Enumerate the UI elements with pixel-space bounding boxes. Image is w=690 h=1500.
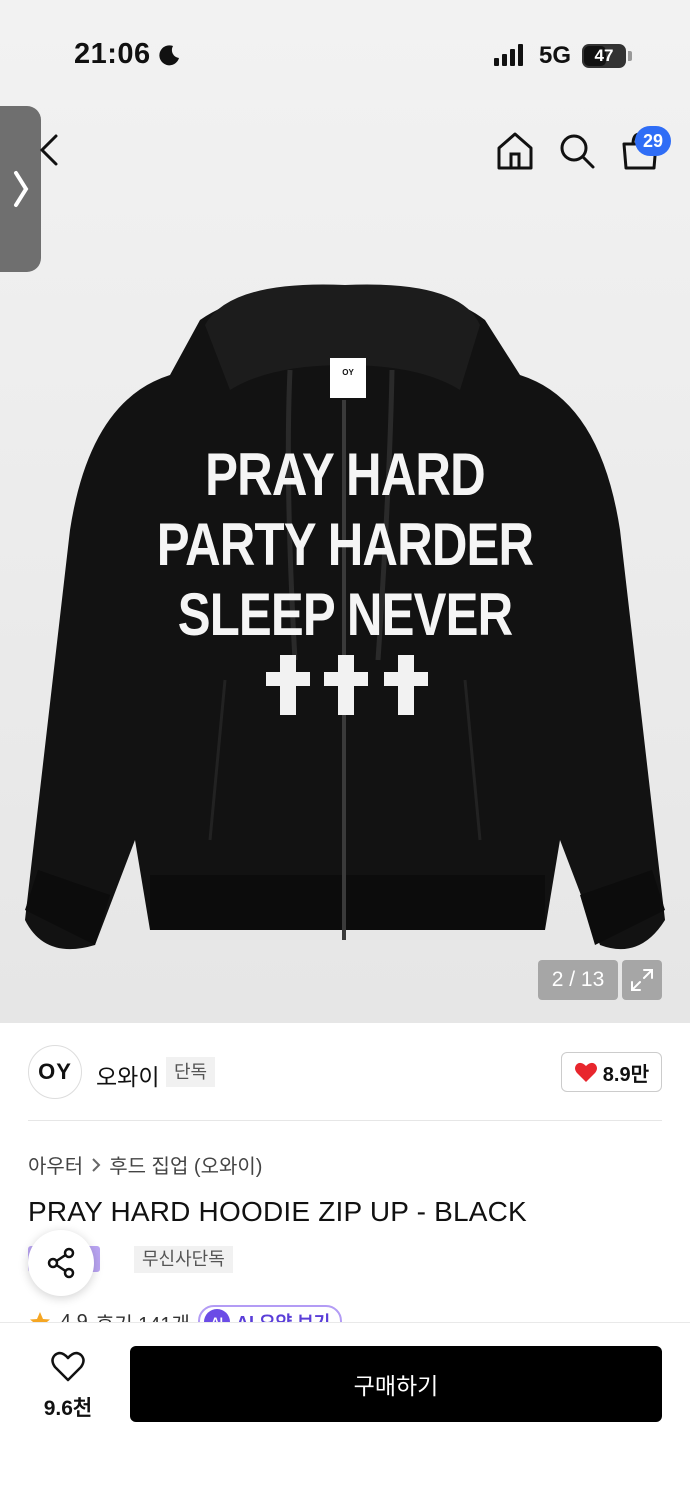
- brand-like-button[interactable]: 8.9만: [560, 1052, 662, 1092]
- home-icon[interactable]: [495, 130, 535, 172]
- breadcrumb: 아우터 후드 집업 (오와이): [28, 1150, 262, 1179]
- expand-icon: [631, 969, 653, 991]
- cart-count-badge: 29: [635, 126, 671, 156]
- chevron-right-icon: [13, 171, 28, 207]
- signal-icon: [494, 44, 523, 66]
- wishlist-count: 9.6천: [43, 1397, 93, 1420]
- moon-icon: [159, 44, 179, 65]
- heart-outline-icon: [51, 1351, 85, 1382]
- bottom-action-bar: 9.6천 구매하기: [0, 1322, 690, 1500]
- musinsa-exclusive-badge: 무신사단독: [134, 1246, 233, 1273]
- brand-name[interactable]: 오와이: [96, 1058, 159, 1092]
- back-icon[interactable]: [36, 130, 66, 170]
- battery-level: 47: [594, 46, 614, 65]
- chevron-right-icon: [92, 1157, 101, 1172]
- status-bar: 21:06 5G 47: [0, 0, 690, 110]
- expand-image-button[interactable]: [622, 960, 662, 1000]
- print-line-2: PARTY HARDER: [156, 511, 534, 578]
- battery-icon: 47: [582, 44, 626, 68]
- share-icon: [47, 1247, 75, 1279]
- brand-logo[interactable]: OY: [28, 1045, 82, 1099]
- battery-cap: [628, 51, 632, 61]
- status-time: 21:06: [74, 38, 181, 71]
- brand-exclusive-badge: 단독: [166, 1057, 216, 1087]
- network-label: 5G: [539, 42, 572, 69]
- image-page-counter: 2 / 13: [538, 960, 618, 1000]
- heart-filled-icon: [574, 1062, 597, 1082]
- breadcrumb-subcategory[interactable]: 후드 집업 (오와이): [109, 1150, 262, 1179]
- product-image-gallery[interactable]: OY PRAY HARD PARTY HARDER SLEEP NEVER 29…: [0, 0, 690, 1023]
- wishlist-button[interactable]: 9.6천: [28, 1351, 108, 1422]
- divider: [28, 1120, 662, 1121]
- print-line-3: SLEEP NEVER: [177, 581, 513, 648]
- buy-button[interactable]: 구매하기: [130, 1346, 662, 1422]
- product-badges: 무신사단독: [28, 1238, 662, 1278]
- status-time-text: 21:06: [74, 38, 151, 70]
- breadcrumb-category[interactable]: 아우터: [28, 1150, 83, 1179]
- product-title: PRAY HARD HOODIE ZIP UP - BLACK: [28, 1196, 527, 1227]
- brand-row[interactable]: OY 오와이 단독 8.9만: [28, 1045, 662, 1099]
- search-icon[interactable]: [557, 130, 597, 172]
- print-line-1: PRAY HARD: [205, 441, 486, 508]
- side-drawer-handle[interactable]: [0, 106, 41, 272]
- hoodie-tag: OY: [330, 358, 366, 398]
- share-button[interactable]: [28, 1230, 94, 1296]
- hoodie-print: PRAY HARD PARTY HARDER SLEEP NEVER: [0, 440, 690, 650]
- brand-like-count: 8.9만: [602, 1063, 649, 1086]
